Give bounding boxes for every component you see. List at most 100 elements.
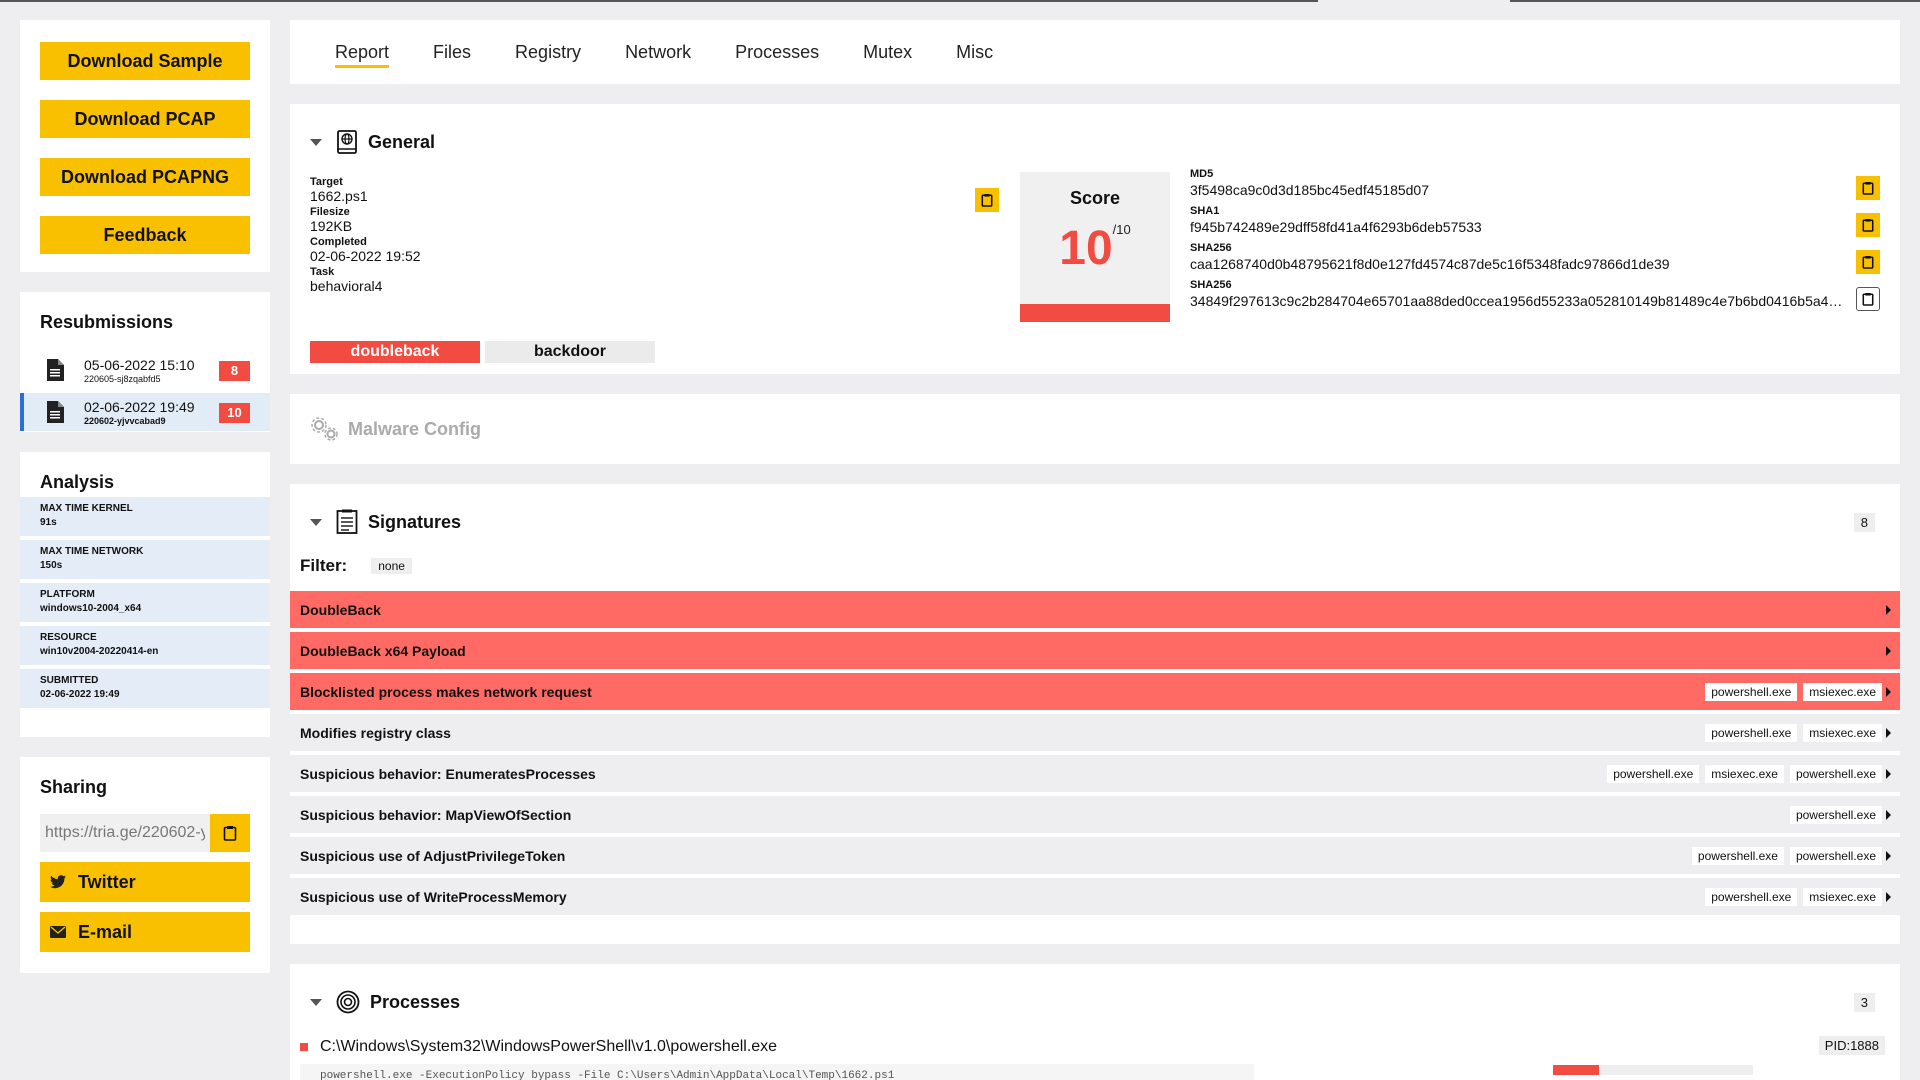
expand-arrow-icon[interactable] xyxy=(1886,768,1891,779)
processes-count: 3 xyxy=(1853,992,1875,1012)
analysis-title: Analysis xyxy=(40,472,115,492)
tag-backdoor[interactable]: backdoor xyxy=(485,341,655,363)
twitter-label: Twitter xyxy=(78,871,136,892)
clipboard-icon xyxy=(1862,256,1874,269)
copy-sha256-button[interactable] xyxy=(1856,250,1880,274)
process-chip[interactable]: powershell.exe xyxy=(1789,805,1882,824)
share-email-button[interactable]: E-mail xyxy=(40,912,250,952)
analysis-key: RESOURCE xyxy=(40,632,97,643)
resubmissions-title: Resubmissions xyxy=(40,312,174,332)
hash-label: MD5 xyxy=(1190,168,1214,180)
resubmission-date: 02-06-2022 19:49 xyxy=(84,398,195,415)
signature-row[interactable]: Blocklisted process makes network reques… xyxy=(290,673,1900,710)
copy-sha1-button[interactable] xyxy=(1856,213,1880,237)
download-pcap-button[interactable]: Download PCAP xyxy=(40,100,250,138)
signature-row[interactable]: Modifies registry class powershell.exe msi… xyxy=(290,714,1900,751)
expand-arrow-icon[interactable] xyxy=(1886,604,1891,615)
tab-processes[interactable]: Processes xyxy=(735,36,819,69)
expand-arrow-icon[interactable] xyxy=(1886,727,1891,738)
share-url-input[interactable] xyxy=(40,814,210,852)
expand-arrow-icon[interactable] xyxy=(1886,645,1891,656)
expand-arrow-icon[interactable] xyxy=(1886,850,1891,861)
hash-list: MD5 3f5498ca9c0d3d185bc45edf45185d07 SHA… xyxy=(1190,168,1880,316)
process-row[interactable]: C:\Windows\System32\WindowsPowerShell\v1… xyxy=(300,1038,777,1056)
filter-chip[interactable]: none xyxy=(371,558,412,574)
signature-row[interactable]: Suspicious use of AdjustPrivilegeToken po… xyxy=(290,837,1900,874)
clipboard-icon xyxy=(1862,182,1874,195)
collapse-caret-icon[interactable] xyxy=(310,518,322,526)
hash-sha256: SHA256 caa1268740d0b48795621f8d0e127fd45… xyxy=(1190,242,1880,279)
share-twitter-button[interactable]: Twitter xyxy=(40,862,250,902)
process-chip[interactable]: msiexec.exe xyxy=(1803,723,1882,742)
resubmission-item[interactable]: 05-06-2022 15:10 220605-sj8zqabfd5 8 xyxy=(20,351,270,389)
malware-config-panel[interactable]: Malware Config xyxy=(290,394,1900,464)
signature-process-list: powershell.exe msiexec.exe xyxy=(1699,887,1882,906)
collapse-caret-icon[interactable] xyxy=(310,998,322,1006)
tab-misc[interactable]: Misc xyxy=(956,36,993,69)
signature-process-list: powershell.exe xyxy=(1784,805,1882,824)
download-sample-button[interactable]: Download Sample xyxy=(40,42,250,80)
process-activity-fill xyxy=(1553,1065,1599,1075)
process-chip[interactable]: msiexec.exe xyxy=(1705,764,1784,783)
signature-process-list: powershell.exe msiexec.exe xyxy=(1699,682,1882,701)
signature-row[interactable]: Suspicious behavior: EnumeratesProcesses… xyxy=(290,755,1900,792)
process-chip[interactable]: powershell.exe xyxy=(1705,723,1798,742)
feedback-button[interactable]: Feedback xyxy=(40,216,250,254)
process-path: C:\Windows\System32\WindowsPowerShell\v1… xyxy=(320,1038,778,1055)
process-chip[interactable]: powershell.exe xyxy=(1789,764,1882,783)
copy-target-button[interactable] xyxy=(975,188,999,212)
expand-arrow-icon[interactable] xyxy=(1886,891,1891,902)
score-label: Score xyxy=(1069,188,1121,208)
copy-sha256-2-button[interactable] xyxy=(1856,287,1880,311)
process-chip[interactable]: powershell.exe xyxy=(1789,846,1882,865)
collapse-caret-icon[interactable] xyxy=(310,138,322,146)
copy-md5-button[interactable] xyxy=(1856,176,1880,200)
copy-url-button[interactable] xyxy=(210,814,250,852)
analysis-row: SUBMITTED 02-06-2022 19:49 xyxy=(20,669,270,708)
signature-process-list: powershell.exe msiexec.exe powershell.exe xyxy=(1601,764,1882,783)
signature-row[interactable]: Suspicious use of WriteProcessMemory powe… xyxy=(290,878,1900,915)
download-pcapng-button[interactable]: Download PCAPNG xyxy=(40,158,250,196)
signature-name: Suspicious use of WriteProcessMemory xyxy=(300,888,567,905)
twitter-icon xyxy=(50,875,66,889)
tab-network[interactable]: Network xyxy=(625,36,691,69)
tab-report[interactable]: Report xyxy=(335,36,390,69)
tab-registry[interactable]: Registry xyxy=(515,36,581,69)
process-chip[interactable]: msiexec.exe xyxy=(1803,887,1882,906)
completed-value: 02-06-2022 19:52 xyxy=(310,248,421,264)
clipboard-icon xyxy=(1862,219,1874,232)
hash-value: f945b742489e29dff58fd41a4f6293b6deb57533 xyxy=(1190,219,1482,235)
signature-row[interactable]: DoubleBack xyxy=(290,591,1900,628)
signature-name: Suspicious behavior: MapViewOfSection xyxy=(300,806,572,823)
expand-arrow-icon[interactable] xyxy=(1886,686,1891,697)
score-box: Score 10/10 xyxy=(1020,172,1170,322)
filesize-value: 192KB xyxy=(310,218,353,234)
process-chip[interactable]: powershell.exe xyxy=(1607,764,1700,783)
signatures-panel: Signatures 8 Filter: none DoubleBack Doub… xyxy=(290,484,1900,944)
process-chip[interactable]: powershell.exe xyxy=(1705,682,1798,701)
score-badge: 10 xyxy=(219,403,250,423)
tab-mutex[interactable]: Mutex xyxy=(863,36,912,69)
completed-label: Completed xyxy=(310,236,367,248)
hash-md5: MD5 3f5498ca9c0d3d185bc45edf45185d07 xyxy=(1190,168,1880,205)
signature-row[interactable]: Suspicious behavior: MapViewOfSection pow… xyxy=(290,796,1900,833)
hash-sha1: SHA1 f945b742489e29dff58fd41a4f6293b6deb… xyxy=(1190,205,1880,242)
signature-process-list: powershell.exe powershell.exe xyxy=(1686,846,1882,865)
signature-filter: Filter: none xyxy=(290,556,1900,576)
sidebar: Download Sample Download PCAP Download P… xyxy=(20,20,270,973)
gears-icon xyxy=(311,417,338,441)
hash-value: 3f5498ca9c0d3d185bc45edf45185d07 xyxy=(1190,182,1430,198)
process-chip[interactable]: powershell.exe xyxy=(1691,846,1784,865)
analysis-value: windows10-2004_x64 xyxy=(40,603,142,614)
tag-doubleback[interactable]: doubleback xyxy=(310,341,480,363)
process-chip[interactable]: powershell.exe xyxy=(1705,887,1798,906)
sharing-card: Sharing Twitter E-mail xyxy=(20,757,270,973)
resubmission-item-active[interactable]: 02-06-2022 19:49 220602-yjvvcabad9 10 xyxy=(20,393,270,431)
analysis-value: 150s xyxy=(40,560,63,571)
process-chip[interactable]: msiexec.exe xyxy=(1803,682,1882,701)
expand-arrow-icon[interactable] xyxy=(1886,809,1891,820)
signature-name: DoubleBack x64 Payload xyxy=(300,642,466,659)
hash-label: SHA256 xyxy=(1190,279,1232,291)
signature-row[interactable]: DoubleBack x64 Payload xyxy=(290,632,1900,669)
tab-files[interactable]: Files xyxy=(433,36,471,69)
